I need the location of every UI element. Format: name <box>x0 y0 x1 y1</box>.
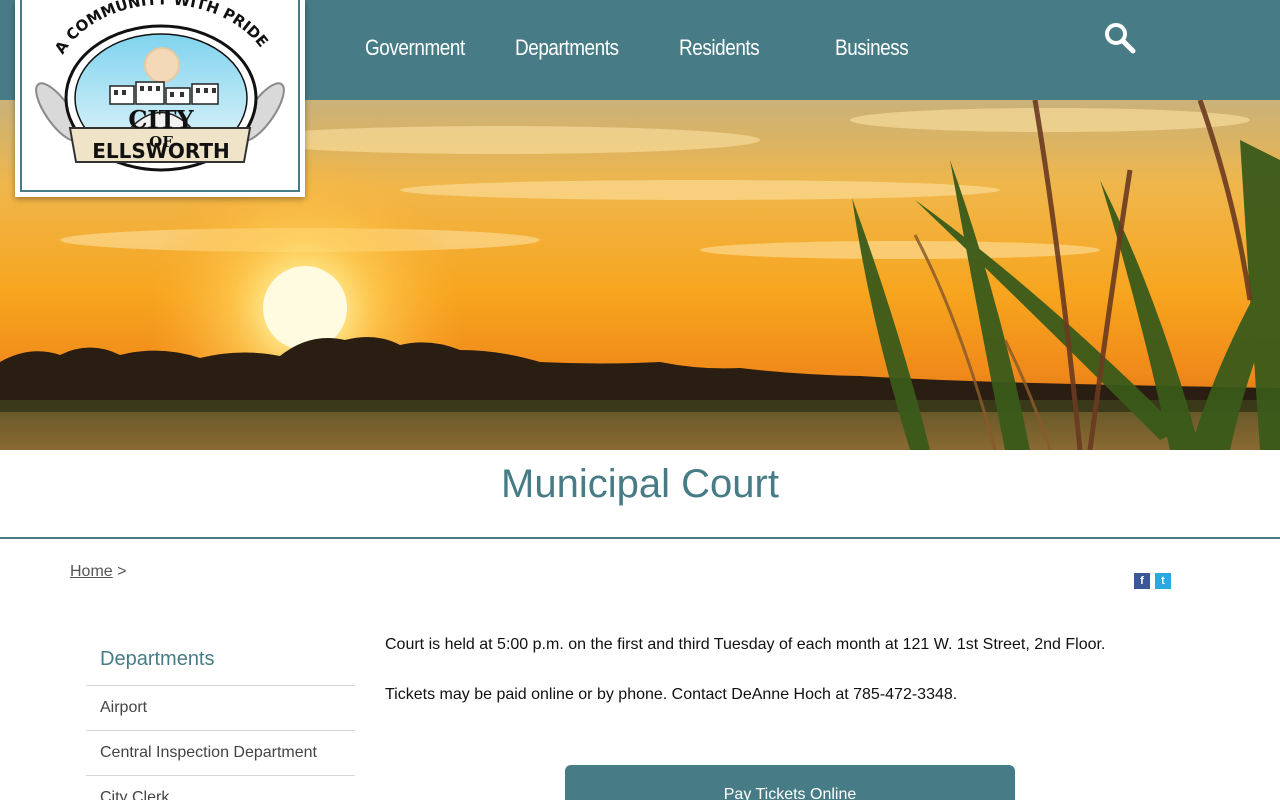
logo-frame: A COMMUNITY WITH PRIDE CITY OF ELLSWORTH <box>20 0 300 192</box>
search-button[interactable] <box>1100 18 1140 58</box>
nav-departments[interactable]: Departments <box>515 30 619 66</box>
court-schedule-text: Court is held at 5:00 p.m. on the first … <box>385 636 1106 653</box>
sidebar: Departments Airport Central Inspection D… <box>86 640 355 800</box>
ticket-payment-text: Tickets may be paid online or by phone. … <box>385 686 958 703</box>
site-logo[interactable]: A COMMUNITY WITH PRIDE CITY OF ELLSWORTH <box>15 0 305 197</box>
title-divider <box>0 537 1280 539</box>
search-icon <box>1105 23 1136 54</box>
main-content: Court is held at 5:00 p.m. on the first … <box>385 634 1205 734</box>
facebook-icon[interactable]: f <box>1134 573 1150 589</box>
logo-emblem: A COMMUNITY WITH PRIDE CITY OF ELLSWORTH <box>35 0 285 172</box>
svg-text:ELLSWORTH: ELLSWORTH <box>92 139 230 163</box>
sidebar-item-central-inspection[interactable]: Central Inspection Department <box>86 731 355 776</box>
sidebar-item-city-clerk[interactable]: City Clerk <box>86 776 355 800</box>
twitter-icon[interactable]: t <box>1155 573 1171 589</box>
sidebar-heading: Departments <box>86 640 355 686</box>
nav-residents[interactable]: Residents <box>679 30 760 66</box>
sidebar-item-airport[interactable]: Airport <box>86 686 355 731</box>
breadcrumb-home-link[interactable]: Home <box>70 563 113 580</box>
pay-tickets-button[interactable]: Pay Tickets Online <box>565 765 1015 800</box>
breadcrumb: Home > <box>70 563 126 581</box>
social-share: ft <box>1134 571 1176 589</box>
nav-business[interactable]: Business <box>835 30 909 66</box>
breadcrumb-separator: > <box>117 563 127 580</box>
nav-government[interactable]: Government <box>365 30 465 66</box>
page-title: Municipal Court <box>501 462 779 506</box>
svg-text:CITY: CITY <box>128 105 194 134</box>
